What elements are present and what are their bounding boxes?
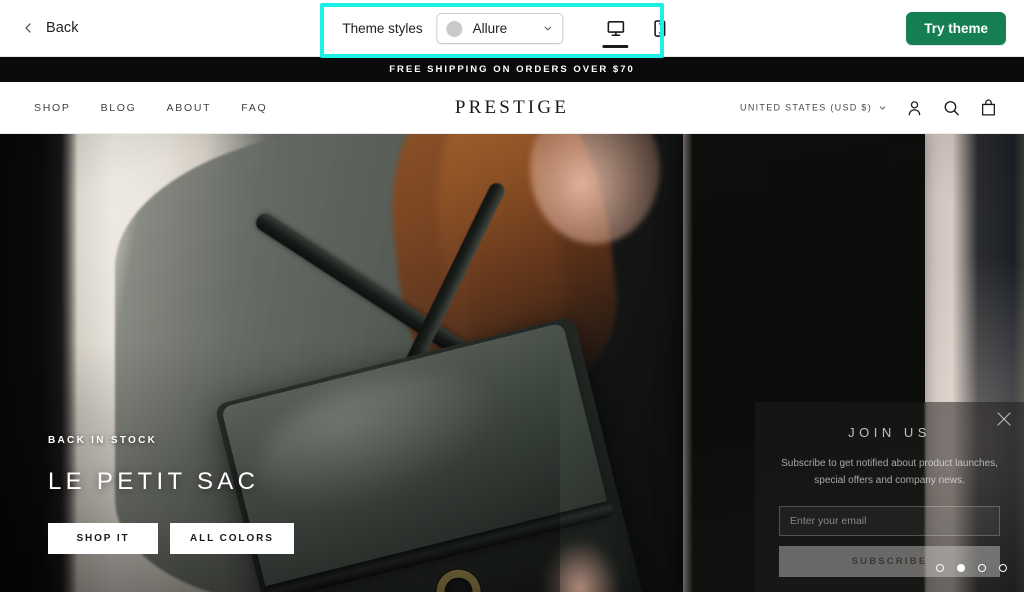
back-label: Back [46,20,79,36]
preview-center-controls: Theme styles Allure [342,0,681,57]
hero-slideshow: BACK IN STOCK LE PETIT SAC SHOP IT ALL C… [0,134,1024,592]
site-header: SHOP BLOG ABOUT FAQ PRESTIGE UNITED STAT… [0,82,1024,134]
newsletter-subscribe-button[interactable]: SUBSCRIBE [779,546,1000,577]
theme-style-swatch [446,20,463,37]
back-button[interactable]: Back [20,20,79,36]
close-icon[interactable] [995,410,1013,428]
account-icon[interactable] [905,98,924,117]
primary-nav: SHOP BLOG ABOUT FAQ [34,102,267,114]
slide-dot-1[interactable] [936,564,944,572]
try-theme-button[interactable]: Try theme [906,12,1006,45]
cart-icon[interactable] [979,98,998,117]
chevron-down-icon [544,26,552,31]
device-toggle-mobile[interactable] [638,0,682,57]
theme-style-value: Allure [472,21,508,36]
desktop-monitor-icon [607,20,624,37]
slide-dot-3[interactable] [978,564,986,572]
hero-button-group: SHOP IT ALL COLORS [48,523,294,554]
nav-link-shop[interactable]: SHOP [34,102,71,114]
locale-label: UNITED STATES (USD $) [740,102,872,113]
theme-styles-label: Theme styles [342,21,423,36]
newsletter-title: JOIN US [848,425,931,440]
shop-it-button[interactable]: SHOP IT [48,523,158,554]
nav-link-about[interactable]: ABOUT [167,102,212,114]
device-toggle-group [594,0,682,57]
newsletter-email-input[interactable] [779,506,1000,536]
search-icon[interactable] [942,98,961,117]
chevron-left-icon [25,23,31,33]
mobile-phone-icon [654,20,666,37]
nav-link-blog[interactable]: BLOG [101,102,137,114]
hero-title: LE PETIT SAC [48,468,260,495]
storefront-preview: FREE SHIPPING ON ORDERS OVER $70 SHOP BL… [0,57,1024,592]
nav-link-faq[interactable]: FAQ [241,102,267,114]
site-logo[interactable]: PRESTIGE [455,97,569,119]
theme-preview-toolbar: Back Theme styles Allure Try theme [0,0,1024,57]
slide-dot-4[interactable] [999,564,1007,572]
device-toggle-desktop[interactable] [594,0,638,57]
preview-window: Back Theme styles Allure Try theme FREE … [0,0,1024,592]
slide-dot-2[interactable] [957,564,965,572]
newsletter-description: Subscribe to get notified about product … [781,458,998,486]
locale-selector[interactable]: UNITED STATES (USD $) [740,103,887,113]
slideshow-pagination [936,564,1007,572]
announcement-bar: FREE SHIPPING ON ORDERS OVER $70 [0,57,1024,82]
theme-style-select[interactable]: Allure [436,13,564,44]
header-utilities: UNITED STATES (USD $) [740,98,998,117]
chevron-down-icon [879,105,886,110]
all-colors-button[interactable]: ALL COLORS [170,523,294,554]
hero-content: BACK IN STOCK LE PETIT SAC SHOP IT ALL C… [48,435,294,554]
hero-eyebrow: BACK IN STOCK [48,435,158,446]
